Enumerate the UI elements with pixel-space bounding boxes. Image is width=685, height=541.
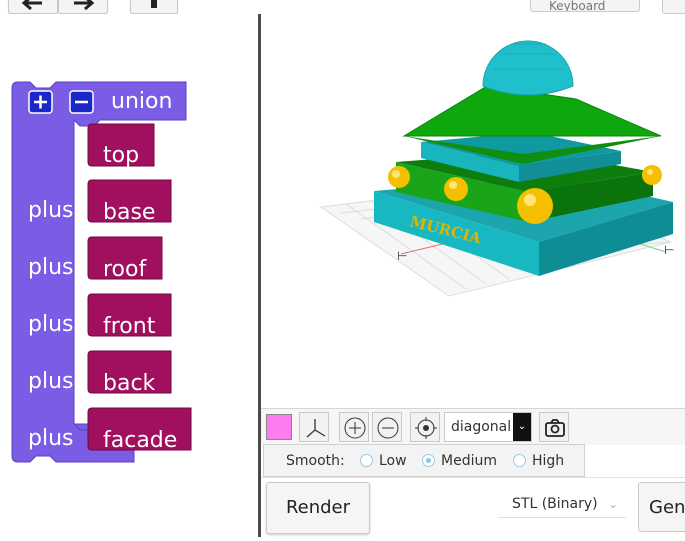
keyboard-button[interactable]: Keyboard [530, 0, 640, 12]
smooth-low-radio[interactable] [360, 454, 373, 467]
axis-tick-left: ⊢ [397, 249, 407, 263]
axis-tick-right: ⊢ [664, 243, 674, 257]
plus-label-1: plus [28, 198, 73, 223]
delete-button[interactable] [130, 0, 178, 14]
smooth-label: Smooth: [286, 453, 345, 469]
variable-label-facade: facade [103, 428, 177, 453]
variable-label-base: base [103, 200, 155, 225]
expand-button[interactable] [28, 90, 53, 114]
zoom-in-icon [344, 417, 366, 439]
view-preset-select[interactable]: diagonal ⌄ [444, 412, 532, 442]
axes-icon [306, 419, 326, 438]
trash-icon [151, 0, 157, 9]
smooth-high-radio[interactable] [513, 454, 526, 467]
camera-icon [545, 419, 565, 437]
view-toolbar: diagonal ⌄ [261, 408, 685, 445]
undo-arrow-icon [21, 0, 42, 11]
chevron-down-icon: ⌄ [513, 413, 531, 441]
dome [482, 40, 574, 96]
redo-arrow-icon [74, 0, 95, 11]
zoom-in-button[interactable] [339, 412, 369, 442]
render-button[interactable]: Render [266, 482, 370, 534]
screenshot-button[interactable] [539, 412, 569, 442]
zoom-out-icon [377, 417, 399, 439]
collapse-button[interactable] [69, 90, 94, 114]
center-view-button[interactable] [410, 412, 440, 442]
export-format-select[interactable]: STL (Binary) ⌄ [498, 492, 626, 518]
plus-label-5: plus [28, 426, 73, 451]
3d-viewport[interactable]: ⊢ ⊢ MURCIA [261, 14, 685, 408]
axes-button[interactable] [299, 412, 329, 442]
plus-label-4: plus [28, 369, 73, 394]
action-bar: Render STL (Binary) ⌄ Generate [261, 477, 685, 538]
zoom-out-button[interactable] [372, 412, 402, 442]
variable-label-front: front [103, 314, 156, 339]
generate-button[interactable]: Generate [638, 482, 685, 532]
3d-model-render: ⊢ ⊢ MURCIA [319, 40, 674, 297]
plus-label-3: plus [28, 312, 73, 337]
redo-button[interactable] [58, 0, 108, 14]
variable-label-roof: roof [103, 257, 147, 282]
smooth-high-label[interactable]: High [532, 453, 564, 469]
chevron-down-icon: ⌄ [607, 497, 618, 511]
union-label: union [111, 89, 172, 114]
variable-label-top: top [103, 143, 139, 168]
undo-button[interactable] [8, 0, 58, 14]
color-swatch[interactable] [266, 414, 292, 440]
center-target-icon [415, 417, 437, 439]
smooth-low-label[interactable]: Low [379, 453, 407, 469]
view-preset-value: diagonal [451, 419, 512, 435]
blocks-canvas: union top plus base plus roof plus front… [11, 81, 192, 463]
toolbar-extra-button[interactable] [662, 0, 685, 14]
smooth-options: Smooth: Low Medium High [263, 444, 585, 477]
keyboard-label: Keyboard [549, 0, 606, 12]
plus-label-2: plus [28, 255, 73, 280]
blocks-workspace[interactable]: union top plus base plus roof plus front… [0, 14, 258, 537]
export-format-value: STL (Binary) [512, 496, 598, 512]
variable-label-back: back [103, 371, 156, 396]
smooth-medium-radio[interactable] [422, 454, 435, 467]
smooth-medium-label[interactable]: Medium [441, 453, 497, 469]
